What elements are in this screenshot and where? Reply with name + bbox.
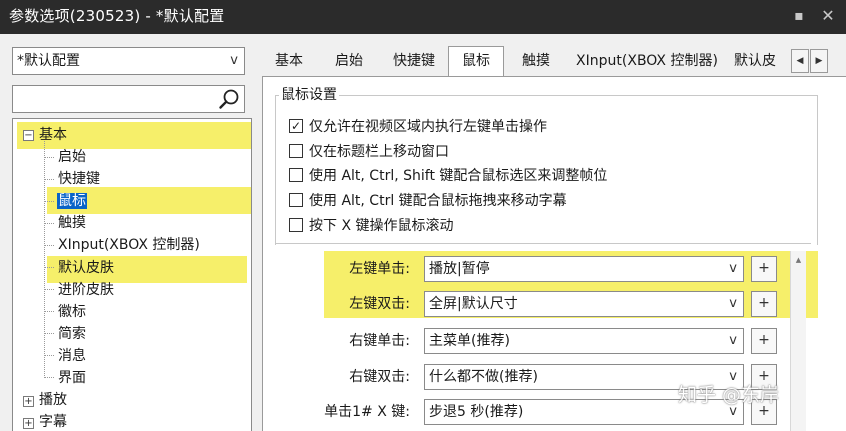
chevron-down-icon: v bbox=[729, 261, 737, 276]
tree-expand-icon[interactable]: + bbox=[23, 396, 34, 407]
x1-click-label: 单击1# X 键: bbox=[324, 404, 410, 420]
left-double-click-value: 全屏|默认尺寸 bbox=[429, 296, 518, 312]
tree-connector bbox=[44, 289, 54, 290]
tab-shortcuts[interactable]: 快捷键 bbox=[384, 49, 444, 76]
window-title: 参数选项(230523) - *默认配置 bbox=[9, 7, 225, 25]
checkbox-label: 使用 Alt, Ctrl, Shift 键配合鼠标选区来调整帧位 bbox=[309, 168, 608, 184]
tree-item-subtitle[interactable]: 字幕 bbox=[39, 411, 67, 431]
category-tree: − 基本 启始 快捷键 鼠标 触摸 XInput(XBOX 控制器) 默认皮肤 … bbox=[12, 118, 252, 431]
tree-item-xinput[interactable]: XInput(XBOX 控制器) bbox=[58, 234, 200, 256]
tree-connector bbox=[44, 377, 54, 378]
tree-item-mouse[interactable]: 鼠标 bbox=[57, 190, 87, 212]
x1-click-value: 步退5 秒(推荐) bbox=[429, 404, 524, 420]
tree-connector bbox=[44, 223, 54, 224]
tab-default-skin[interactable]: 默认皮 bbox=[734, 49, 790, 76]
tree-item-message[interactable]: 消息 bbox=[58, 345, 86, 367]
left-click-value: 播放|暂停 bbox=[429, 261, 490, 277]
tree-connector bbox=[44, 141, 45, 378]
search-icon[interactable] bbox=[218, 88, 240, 110]
checkbox-left-click-video-only[interactable]: ✓ 仅允许在视频区域内执行左键单击操作 bbox=[289, 117, 547, 137]
checkbox-label: 使用 Alt, Ctrl 键配合鼠标拖拽来移动字幕 bbox=[309, 193, 567, 209]
tab-scroll-right-button[interactable]: ▶ bbox=[810, 49, 828, 73]
tab-basic[interactable]: 基本 bbox=[266, 49, 312, 76]
checkbox-box[interactable] bbox=[289, 193, 303, 207]
tab-scroll-left-button[interactable]: ◀ bbox=[791, 49, 809, 73]
tree-connector bbox=[44, 355, 54, 356]
tree-item-play[interactable]: 播放 bbox=[39, 389, 67, 411]
tree-item-shortcuts[interactable]: 快捷键 bbox=[58, 168, 100, 190]
left-click-label: 左键单击: bbox=[349, 261, 410, 277]
checkbox-label: 仅允许在视频区域内执行左键单击操作 bbox=[309, 119, 547, 135]
right-double-click-label: 右键双击: bbox=[349, 369, 410, 385]
tree-item-default-skin[interactable]: 默认皮肤 bbox=[58, 257, 114, 279]
actions-scrollbar[interactable]: ▲ bbox=[790, 251, 806, 431]
tree-collapse-icon[interactable]: − bbox=[23, 130, 34, 141]
tree-connector bbox=[44, 179, 54, 180]
left-click-add-button[interactable]: + bbox=[751, 256, 777, 282]
checkbox-label: 仅在标题栏上移动窗口 bbox=[309, 144, 449, 160]
close-icon[interactable]: ✕ bbox=[818, 6, 838, 26]
right-click-value: 主菜单(推荐) bbox=[429, 333, 510, 349]
left-double-click-add-button[interactable]: + bbox=[751, 291, 777, 317]
pin-icon[interactable]: ▪ bbox=[790, 7, 808, 25]
chevron-down-icon: v bbox=[729, 333, 737, 348]
watermark: 知乎 @东岸 bbox=[678, 384, 780, 406]
checkbox-alt-ctrl-shift-select[interactable]: 使用 Alt, Ctrl, Shift 键配合鼠标选区来调整帧位 bbox=[289, 166, 607, 186]
tree-item-index[interactable]: 简索 bbox=[58, 323, 86, 345]
chevron-down-icon: v bbox=[230, 53, 238, 68]
tree-item-basic[interactable]: 基本 bbox=[39, 124, 67, 146]
tree-connector bbox=[44, 201, 54, 202]
tree-item-mouse-label: 鼠标 bbox=[57, 193, 87, 209]
checkbox-label: 按下 X 键操作鼠标滚动 bbox=[309, 218, 454, 234]
checkbox-box[interactable] bbox=[289, 144, 303, 158]
chevron-down-icon: v bbox=[729, 296, 737, 311]
divider bbox=[275, 243, 811, 244]
search-input[interactable] bbox=[12, 85, 245, 113]
checkbox-x-key-scroll[interactable]: 按下 X 键操作鼠标滚动 bbox=[289, 216, 454, 236]
tree-expand-icon[interactable]: + bbox=[23, 418, 34, 429]
tree-item-startup[interactable]: 启始 bbox=[58, 146, 86, 168]
profile-select-value: *默认配置 bbox=[17, 53, 80, 69]
checkbox-titlebar-move-only[interactable]: 仅在标题栏上移动窗口 bbox=[289, 142, 449, 162]
right-click-add-button[interactable]: + bbox=[751, 328, 777, 354]
left-double-click-select[interactable]: 全屏|默认尺寸 v bbox=[424, 291, 744, 317]
checkbox-alt-ctrl-drag-subtitle[interactable]: 使用 Alt, Ctrl 键配合鼠标拖拽来移动字幕 bbox=[289, 191, 567, 211]
scroll-up-icon[interactable]: ▲ bbox=[794, 256, 803, 264]
checkbox-box[interactable] bbox=[289, 168, 303, 182]
tree-connector bbox=[44, 157, 54, 158]
tree-connector bbox=[44, 267, 54, 268]
tree-item-logo[interactable]: 徽标 bbox=[58, 301, 86, 323]
tree-connector bbox=[44, 333, 54, 334]
tree-item-interface[interactable]: 界面 bbox=[58, 367, 86, 389]
mouse-settings-title: 鼠标设置 bbox=[279, 86, 339, 104]
tab-touch[interactable]: 触摸 bbox=[512, 49, 560, 76]
tree-item-advanced-skin[interactable]: 进阶皮肤 bbox=[58, 279, 114, 301]
tree-item-touch[interactable]: 触摸 bbox=[58, 212, 86, 234]
tab-startup[interactable]: 启始 bbox=[324, 49, 374, 76]
title-bar: 参数选项(230523) - *默认配置 ▪ ✕ bbox=[0, 0, 846, 34]
checkbox-box[interactable]: ✓ bbox=[289, 119, 303, 133]
left-double-click-label: 左键双击: bbox=[349, 296, 410, 312]
tree-connector bbox=[44, 245, 54, 246]
profile-select[interactable]: *默认配置 v bbox=[12, 47, 245, 75]
tab-bar: 基本 启始 快捷键 鼠标 触摸 XInput(XBOX 控制器) 默认皮 ◀ ▶ bbox=[262, 46, 846, 77]
tree-connector bbox=[44, 311, 54, 312]
tab-mouse[interactable]: 鼠标 bbox=[448, 46, 504, 77]
tab-xinput[interactable]: XInput(XBOX 控制器) bbox=[572, 49, 722, 76]
right-click-label: 右键单击: bbox=[349, 333, 410, 349]
right-click-select[interactable]: 主菜单(推荐) v bbox=[424, 328, 744, 354]
checkbox-box[interactable] bbox=[289, 218, 303, 232]
left-click-select[interactable]: 播放|暂停 v bbox=[424, 256, 744, 282]
right-double-click-value: 什么都不做(推荐) bbox=[429, 369, 538, 385]
